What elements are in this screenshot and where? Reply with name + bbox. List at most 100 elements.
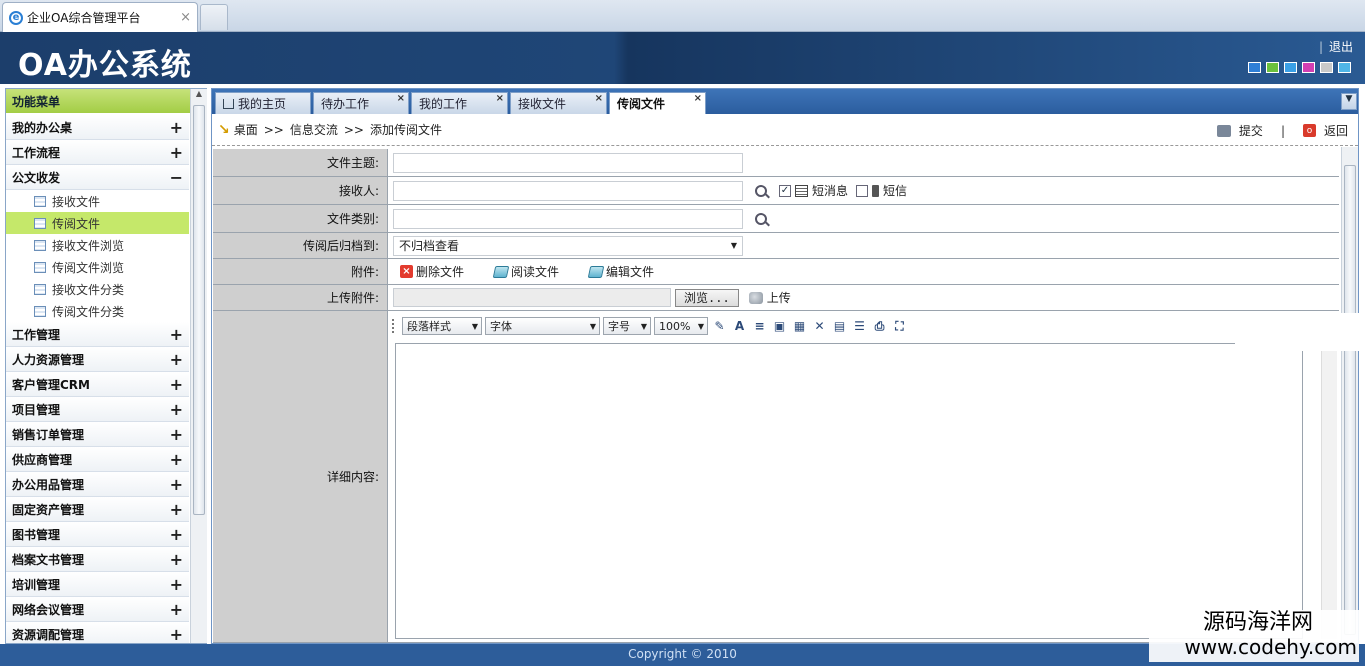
expand-toggle-icon[interactable]: − <box>170 168 183 187</box>
sidebar-group[interactable]: 办公用品管理 + <box>6 472 189 497</box>
sms-checkbox[interactable] <box>856 184 869 197</box>
category-input[interactable] <box>393 208 743 229</box>
search-receiver-icon[interactable] <box>755 184 767 197</box>
expand-toggle-icon[interactable]: + <box>170 625 183 644</box>
back-button[interactable]: 返回 <box>1324 122 1348 139</box>
expand-toggle-icon[interactable]: + <box>170 325 183 344</box>
expand-toggle-icon[interactable]: + <box>170 375 183 394</box>
sidebar-group[interactable]: 图书管理 + <box>6 522 189 547</box>
sidebar-group[interactable]: 资源调配管理 + <box>6 622 189 643</box>
search-category-icon[interactable] <box>755 212 767 225</box>
breadcrumb-home[interactable]: 桌面 <box>234 121 258 138</box>
expand-toggle-icon[interactable]: + <box>170 525 183 544</box>
expand-toggle-icon[interactable]: + <box>170 350 183 369</box>
page-tab[interactable]: 待办工作 × <box>313 92 409 114</box>
expand-toggle-icon[interactable]: + <box>170 400 183 419</box>
watermark-url: www.codehy.com <box>1184 635 1357 659</box>
font-size-select[interactable]: 字号 ▼ <box>603 317 651 335</box>
short-message-checkbox[interactable]: ✓ <box>779 184 791 197</box>
close-tab-icon[interactable]: × <box>496 93 504 104</box>
scroll-thumb[interactable] <box>1344 165 1356 635</box>
page-tab[interactable]: 传阅文件 × <box>609 92 706 114</box>
sidebar-group[interactable]: 我的办公桌 + <box>6 115 189 140</box>
scroll-thumb[interactable] <box>193 105 205 515</box>
close-tab-icon[interactable]: × <box>694 93 702 104</box>
editor-content-area[interactable] <box>395 343 1303 639</box>
upload-file-input[interactable] <box>393 288 671 307</box>
sidebar-group[interactable]: 工作流程 + <box>6 140 189 165</box>
skin-color-swatch[interactable] <box>1248 62 1261 73</box>
sidebar-group[interactable]: 人力资源管理 + <box>6 347 189 372</box>
edit-file-button[interactable]: 编辑文件 <box>587 263 654 280</box>
sidebar-scrollbar[interactable]: ▲ <box>190 89 207 643</box>
sidebar-sub-item[interactable]: 接收文件 <box>6 190 189 212</box>
close-tab-icon[interactable]: × <box>595 93 603 104</box>
sidebar-sub-item[interactable]: 接收文件分类 <box>6 278 189 300</box>
sidebar-sub-item[interactable]: 传阅文件分类 <box>6 300 189 322</box>
tools-icon[interactable]: ✕ <box>811 318 828 335</box>
sidebar-group[interactable]: 公文收发 − <box>6 165 189 190</box>
scroll-up-icon[interactable]: ▲ <box>191 89 207 103</box>
sidebar-group[interactable]: 网络会议管理 + <box>6 597 189 622</box>
expand-toggle-icon[interactable]: + <box>170 550 183 569</box>
breadcrumb-level1[interactable]: 信息交流 <box>290 121 338 138</box>
page-tab[interactable]: 我的工作 × <box>411 92 508 114</box>
close-tab-icon[interactable]: × <box>397 93 405 104</box>
sidebar-sub-item[interactable]: 传阅文件 <box>6 212 189 234</box>
page-tab[interactable]: 接收文件 × <box>510 92 607 114</box>
sidebar-sub-item[interactable]: 接收文件浏览 <box>6 234 189 256</box>
font-color-icon[interactable]: A <box>731 318 748 335</box>
subject-input[interactable] <box>393 152 743 173</box>
image-icon[interactable]: ▣ <box>771 318 788 335</box>
submit-button[interactable]: 提交 <box>1239 122 1263 139</box>
sidebar-group[interactable]: 客户管理CRM + <box>6 372 189 397</box>
expand-toggle-icon[interactable]: + <box>170 425 183 444</box>
browse-button[interactable]: 浏览... <box>675 288 739 307</box>
print-icon[interactable]: ⎙ <box>871 318 888 335</box>
skin-color-swatch[interactable] <box>1284 62 1297 73</box>
main-scrollbar[interactable] <box>1341 147 1358 643</box>
receiver-input[interactable] <box>393 180 743 201</box>
paragraph-style-select[interactable]: 段落样式 ▼ <box>402 317 482 335</box>
paste-icon[interactable]: ▤ <box>831 318 848 335</box>
expand-toggle-icon[interactable]: + <box>170 500 183 519</box>
expand-toggle-icon[interactable]: + <box>170 118 183 137</box>
upload-button[interactable]: 上传 <box>767 289 791 306</box>
sidebar-sub-item-label: 传阅文件 <box>52 216 101 231</box>
editor-scrollbar[interactable]: ▲ <box>1321 343 1337 639</box>
archive-select[interactable]: 不归档查看 ▼ <box>393 235 743 256</box>
browser-tab[interactable]: e 企业OA综合管理平台 × <box>2 2 198 32</box>
close-tab-icon[interactable]: × <box>180 10 191 25</box>
read-file-button[interactable]: 阅读文件 <box>492 263 559 280</box>
highlight-icon[interactable]: ✎ <box>711 318 728 335</box>
sidebar-group-label: 项目管理 <box>12 402 61 417</box>
sidebar-group[interactable]: 档案文书管理 + <box>6 547 189 572</box>
skin-color-swatch[interactable] <box>1266 62 1279 73</box>
sidebar-group[interactable]: 固定资产管理 + <box>6 497 189 522</box>
sidebar-group[interactable]: 销售订单管理 + <box>6 422 189 447</box>
tab-list-dropdown-icon[interactable]: ▼ <box>1341 93 1357 110</box>
sidebar-group[interactable]: 供应商管理 + <box>6 447 189 472</box>
expand-toggle-icon[interactable]: + <box>170 475 183 494</box>
expand-toggle-icon[interactable]: + <box>170 600 183 619</box>
zoom-select[interactable]: 100% ▼ <box>654 317 708 335</box>
sidebar-group[interactable]: 工作管理 + <box>6 322 189 347</box>
fullscreen-icon[interactable]: ⛶ <box>891 318 908 335</box>
font-select[interactable]: 字体 ▼ <box>485 317 600 335</box>
sidebar-group[interactable]: 项目管理 + <box>6 397 189 422</box>
expand-toggle-icon[interactable]: + <box>170 450 183 469</box>
format-icon[interactable]: ≡ <box>751 318 768 335</box>
sidebar-group[interactable]: 培训管理 + <box>6 572 189 597</box>
expand-toggle-icon[interactable]: + <box>170 575 183 594</box>
delete-file-button[interactable]: × 删除文件 <box>400 263 464 280</box>
expand-toggle-icon[interactable]: + <box>170 143 183 162</box>
table-icon[interactable]: ▦ <box>791 318 808 335</box>
skin-color-swatch[interactable] <box>1302 62 1315 73</box>
skin-color-swatch[interactable] <box>1320 62 1333 73</box>
list-icon[interactable]: ☰ <box>851 318 868 335</box>
new-tab-button[interactable] <box>200 4 228 30</box>
sidebar-sub-item[interactable]: 传阅文件浏览 <box>6 256 189 278</box>
page-tab[interactable]: 我的主页 <box>215 92 311 114</box>
skin-color-swatch[interactable] <box>1338 62 1351 73</box>
logout-link[interactable]: 退出 <box>1329 40 1353 54</box>
